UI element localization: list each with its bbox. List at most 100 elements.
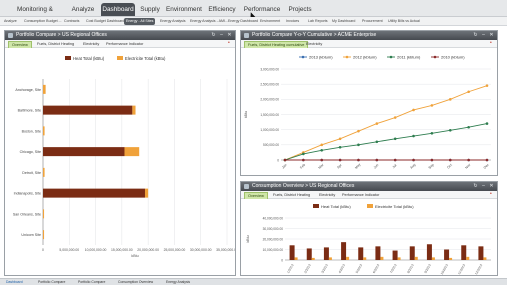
bar-electric bbox=[397, 257, 401, 260]
subtab-procurement[interactable]: Procurement bbox=[360, 18, 385, 25]
main-navigation: Monitoring & Control Analyze Dashboard S… bbox=[0, 0, 507, 26]
bar-heat bbox=[461, 245, 467, 260]
pin-icon[interactable]: • bbox=[490, 41, 495, 46]
dashboard-subnavigation: Analyze Consumption Budget ... Contracts… bbox=[0, 17, 507, 26]
subtab-analyze[interactable]: Analyze bbox=[2, 18, 19, 25]
data-point bbox=[338, 145, 342, 149]
tab-fuels-district-heating-cumulative[interactable]: Fuels, District Heating cumulative bbox=[244, 41, 309, 48]
legend-swatch-electric bbox=[117, 56, 123, 60]
bar-heat bbox=[392, 250, 398, 260]
bar-heat bbox=[289, 245, 295, 260]
portlet-icon bbox=[244, 33, 249, 38]
pin-icon[interactable]: • bbox=[490, 192, 495, 197]
y-tick-label: 20,000,000.00 bbox=[263, 237, 284, 241]
refresh-icon[interactable]: ↻ bbox=[210, 32, 217, 39]
tab-fuels-district-heating[interactable]: Fuels, District Heating bbox=[270, 192, 313, 199]
x-tick-label: Feb bbox=[299, 163, 306, 170]
legend-label: 2012 (kbtum) bbox=[353, 55, 377, 60]
tab-electricity[interactable]: Electricity bbox=[303, 41, 325, 48]
tab-efficiency[interactable]: Efficiency bbox=[206, 3, 238, 16]
subtab-contracts[interactable]: Contracts bbox=[62, 18, 81, 25]
x-tick-label: 15,000,000.00 bbox=[111, 248, 133, 252]
panel-header: Portfolio Compare > US Regional Offices … bbox=[5, 31, 235, 40]
minimize-icon[interactable]: – bbox=[480, 32, 487, 39]
tab-electricity[interactable]: Electricity bbox=[80, 41, 102, 48]
tab-projects[interactable]: Projects bbox=[286, 3, 314, 16]
subtab-my-dashboard[interactable]: My Dashboard bbox=[330, 18, 357, 25]
data-point bbox=[302, 158, 305, 162]
tab-performance-indicator[interactable]: Performance Indicator bbox=[103, 41, 146, 48]
panel-tabs: Overview Fuels, District Heating Electri… bbox=[241, 191, 497, 199]
bar-electric bbox=[43, 209, 45, 219]
legend-marker bbox=[301, 55, 305, 59]
subtab-energy-all-sites[interactable]: Energy - All Sites bbox=[124, 18, 156, 25]
tab-environment[interactable]: Environment bbox=[165, 3, 203, 16]
minimize-icon[interactable]: – bbox=[480, 183, 487, 190]
data-point bbox=[448, 98, 452, 101]
y-tick-label: 3,000,000.00 bbox=[260, 67, 279, 71]
panel-tabs: Overview Fuels, District Heating Electri… bbox=[5, 40, 235, 48]
taskbar-item-energy-analysis[interactable]: Energy Analysis bbox=[164, 280, 192, 285]
bar-heat bbox=[358, 247, 364, 260]
subtab-lab-reports[interactable]: Lab Reports bbox=[306, 18, 330, 25]
category-label: Baltimore, Site bbox=[18, 109, 41, 113]
legend-marker bbox=[345, 55, 349, 59]
data-point bbox=[412, 108, 415, 112]
subtab-energy-analysis[interactable]: Energy Analysis bbox=[158, 18, 188, 25]
x-tick-label: 1/2013 bbox=[286, 263, 294, 274]
close-icon[interactable]: ✕ bbox=[488, 32, 495, 39]
tab-overview[interactable]: Overview bbox=[244, 192, 268, 199]
subtab-energy-analysis-ami[interactable]: Energy Analysis - AMI... bbox=[188, 18, 230, 25]
subtab-environment[interactable]: Environment bbox=[258, 18, 282, 25]
x-tick-label: 6/2013 bbox=[372, 263, 380, 274]
close-icon[interactable]: ✕ bbox=[488, 183, 495, 190]
panel-title: Consumption Overview > US Regional Offic… bbox=[252, 183, 355, 189]
bar-electric bbox=[294, 257, 298, 260]
tab-analyze[interactable]: Analyze bbox=[68, 3, 98, 16]
bar-heat bbox=[43, 147, 125, 157]
minimize-icon[interactable]: – bbox=[218, 32, 225, 39]
x-tick-label: 3/2013 bbox=[320, 263, 328, 274]
data-point bbox=[302, 152, 305, 156]
taskbar-item-portfolio-compare-2[interactable]: Portfolio Compare bbox=[76, 280, 107, 285]
category-label: Detroit, Site bbox=[22, 171, 41, 175]
close-icon[interactable]: ✕ bbox=[226, 32, 233, 39]
x-tick-label: 20,000,000.00 bbox=[137, 248, 159, 252]
tab-performance-indicator[interactable]: Performance Indicator bbox=[339, 192, 382, 199]
tab-monitoring-control[interactable]: Monitoring & Control bbox=[6, 3, 64, 26]
subtab-energy-dashboard[interactable]: Energy Dashboard bbox=[226, 18, 260, 25]
taskbar-item-portfolio-compare[interactable]: Portfolio Compare bbox=[36, 280, 67, 285]
subtab-utility-bills-vs-actual[interactable]: Utility Bills vs Actual bbox=[386, 18, 422, 25]
x-tick-label: Apr bbox=[336, 162, 343, 169]
legend-label-heat: Heat Total (kBtu) bbox=[73, 56, 105, 61]
subtab-consumption-budget[interactable]: Consumption Budget ... bbox=[22, 18, 64, 25]
y-tick-label: 10,000,000.00 bbox=[263, 248, 284, 252]
bar-electric bbox=[43, 84, 46, 94]
tab-electricity[interactable]: Electricity bbox=[316, 192, 338, 199]
bar-electric bbox=[483, 257, 487, 260]
refresh-icon[interactable]: ↻ bbox=[472, 32, 479, 39]
tab-dashboard[interactable]: Dashboard bbox=[101, 3, 135, 16]
category-label: San Orleans, Site bbox=[13, 212, 41, 216]
legend-marker bbox=[389, 55, 393, 59]
data-point bbox=[430, 158, 434, 162]
monthly-consumption-bar-chart: Heat Total (kBtu) Electricite Total (kBtu… bbox=[246, 204, 491, 275]
taskbar-item-consumption-overview[interactable]: Consumption Overview bbox=[116, 280, 155, 285]
bar-electric bbox=[311, 257, 315, 260]
pin-icon[interactable]: • bbox=[228, 41, 233, 46]
tab-fuels-district-heating[interactable]: Fuels, District Heating bbox=[34, 41, 77, 48]
subtab-invoices[interactable]: Invoices bbox=[284, 18, 301, 25]
data-point bbox=[485, 158, 489, 162]
refresh-icon[interactable]: ↻ bbox=[472, 183, 479, 190]
data-point bbox=[393, 137, 397, 141]
tab-supply[interactable]: Supply bbox=[138, 3, 162, 16]
category-label: Boston, Site bbox=[22, 129, 41, 133]
data-point bbox=[467, 125, 470, 129]
subtab-cost-budget-dashboard[interactable]: Cost Budget Dashboard bbox=[84, 18, 126, 25]
taskbar-item-dashboard[interactable]: Dashboard bbox=[4, 280, 25, 285]
bar-electric bbox=[144, 188, 149, 198]
tab-overview[interactable]: Overview bbox=[8, 41, 32, 48]
data-point bbox=[375, 140, 379, 144]
y-axis-label: kBtu bbox=[246, 235, 250, 242]
data-point bbox=[283, 158, 287, 162]
